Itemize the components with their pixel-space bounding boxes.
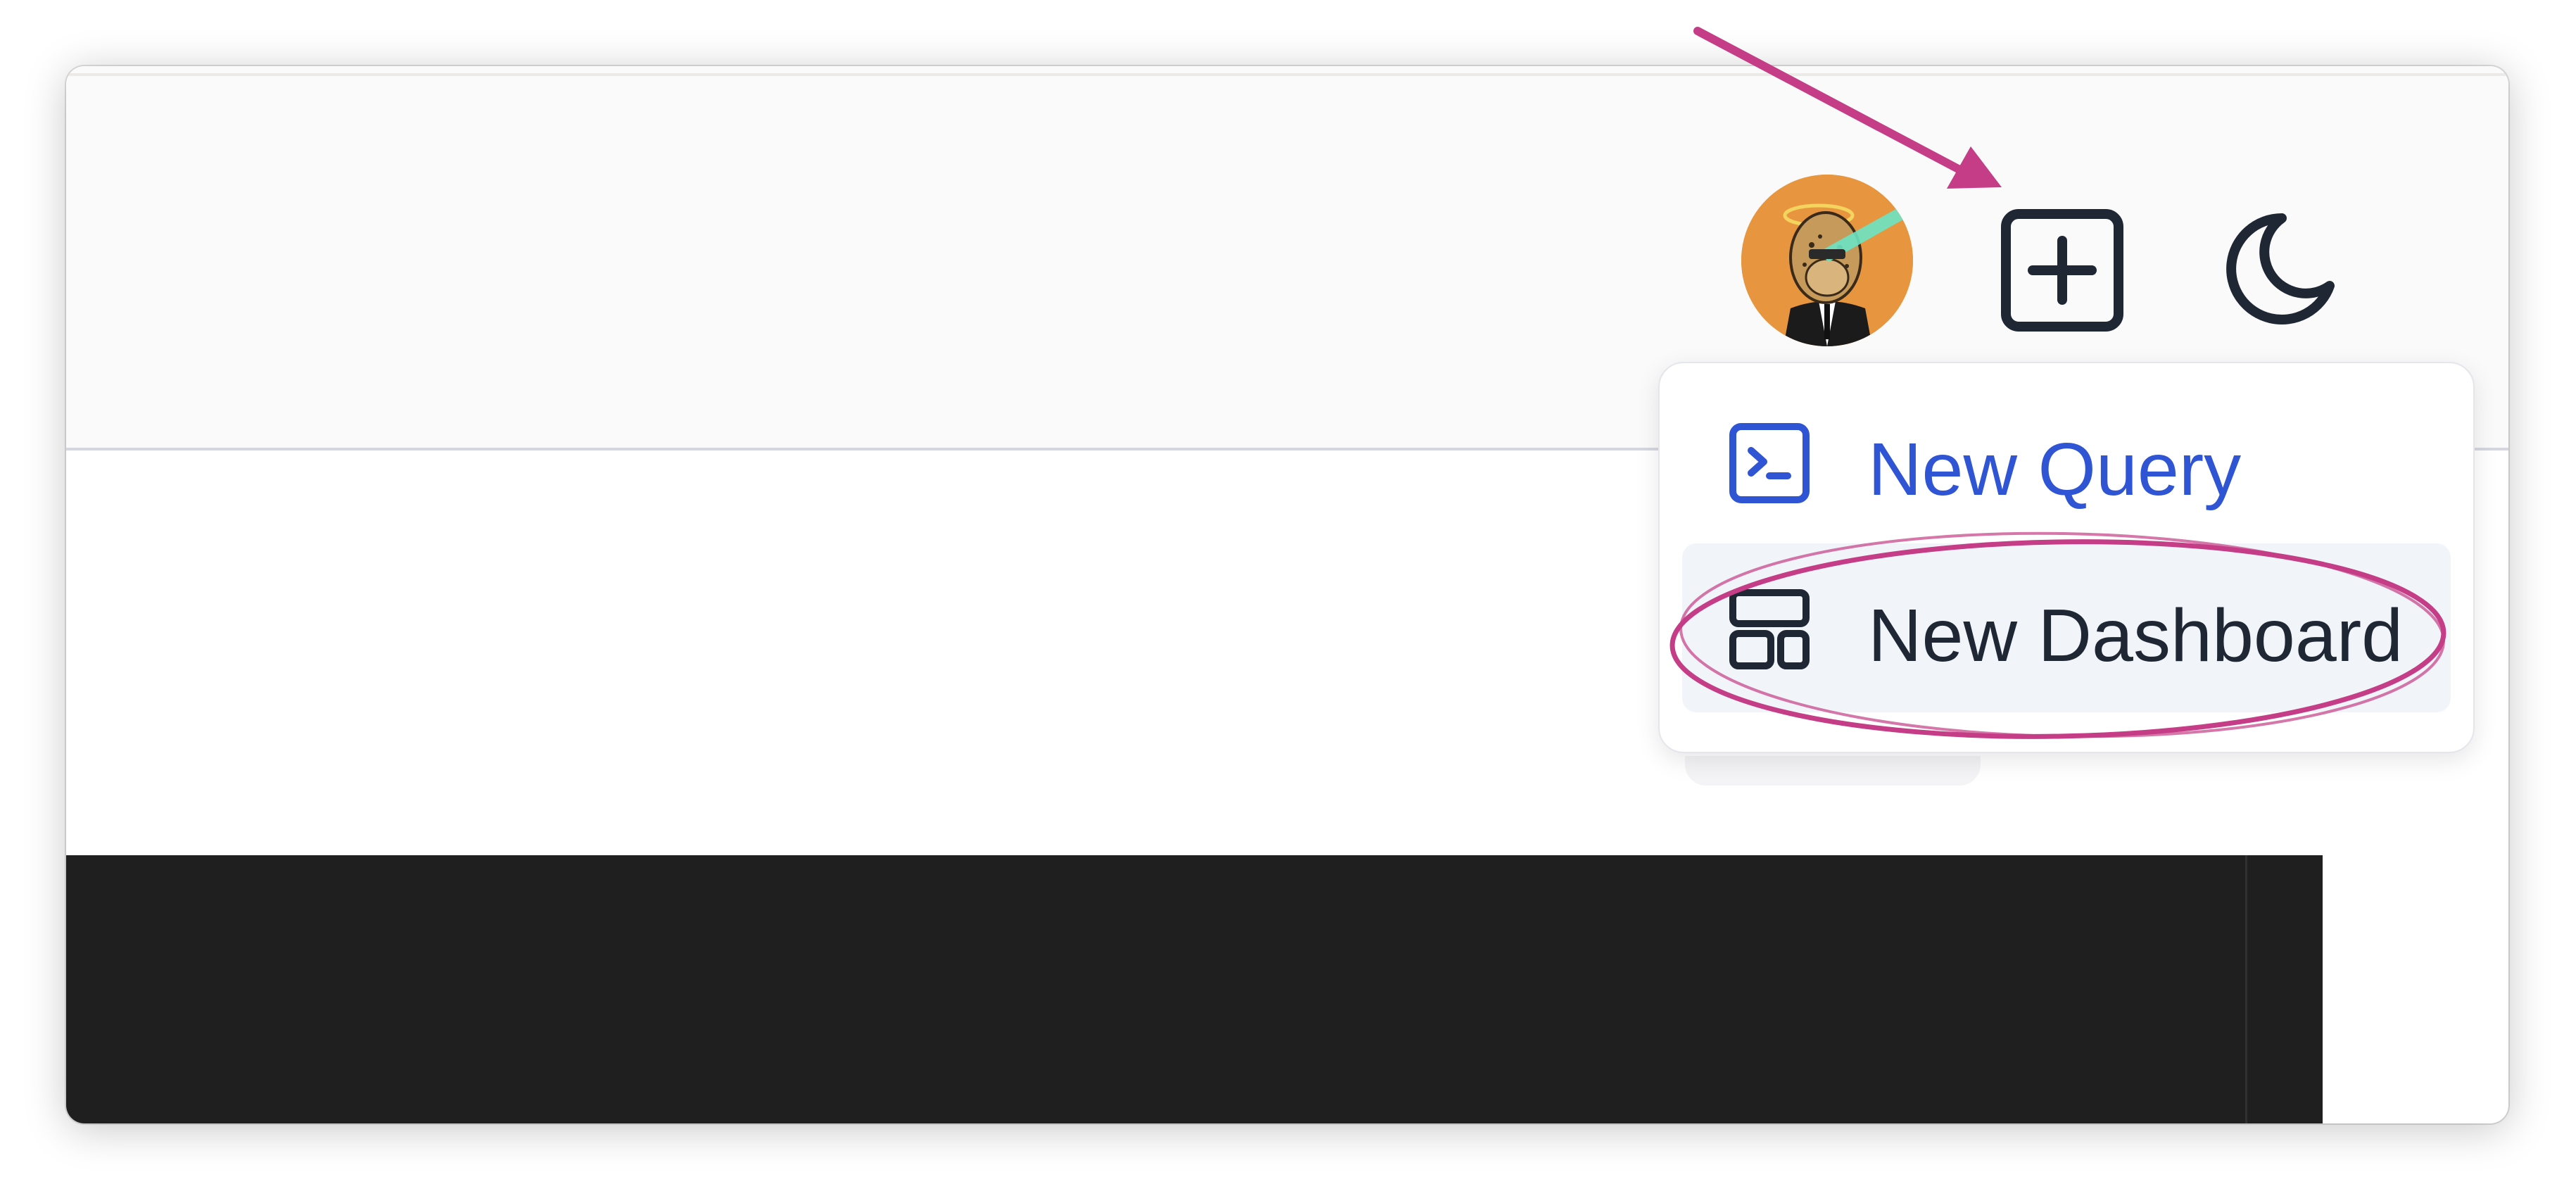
menu-item-label: New Dashboard (1868, 594, 2404, 677)
menu-item-new-query[interactable]: New Query (1682, 377, 2451, 546)
new-item-button[interactable] (1999, 207, 2126, 334)
moon-icon (2226, 213, 2335, 324)
panel-divider[interactable] (2245, 855, 2247, 1123)
new-item-dropdown: New Query New Dashboard (1658, 362, 2475, 753)
avatar-ape-icon (1741, 175, 1913, 346)
menu-item-new-dashboard[interactable]: New Dashboard (1682, 543, 2451, 712)
terminal-icon (1729, 423, 1810, 503)
theme-toggle-button[interactable] (2224, 203, 2358, 336)
plus-square-icon (2001, 209, 2123, 332)
hidden-button-edge (1685, 756, 1981, 786)
app-window: New Query New Dashboard (66, 66, 2508, 1123)
menu-item-label: New Query (1868, 428, 2242, 511)
layout-icon (1729, 589, 1810, 669)
user-avatar[interactable] (1741, 175, 1913, 346)
editor-panel (66, 855, 2323, 1123)
